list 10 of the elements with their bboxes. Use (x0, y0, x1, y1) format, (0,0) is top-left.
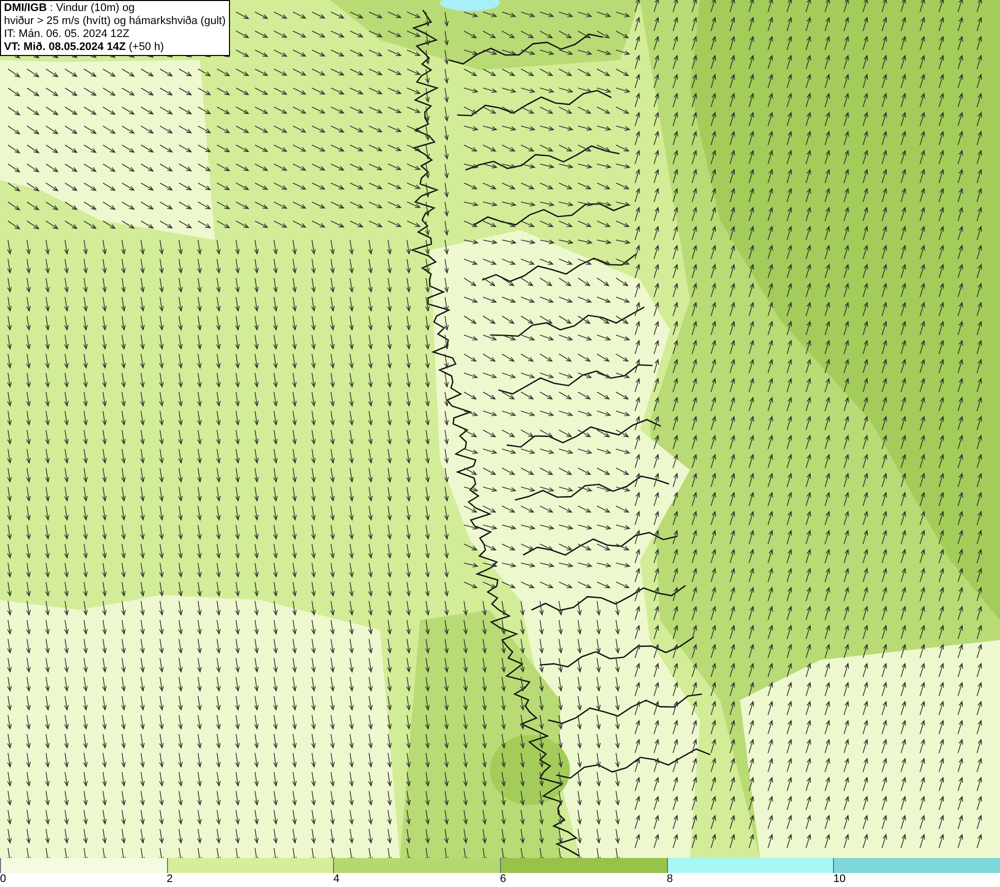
title-line: hviður > 25 m/s (hvítt) og hámarkshviða (gult) (4, 15, 226, 28)
legend-label: 10 (833, 873, 846, 886)
title-line: VT: Mið. 08.05.2024 14Z (+50 h) (4, 41, 165, 54)
legend-label: 4 (333, 873, 340, 886)
legend-label: 0 (0, 873, 6, 886)
title-line: IT: Mán. 06. 05. 2024 12Z (4, 28, 130, 41)
legend-label: 2 (166, 873, 173, 886)
legend-label: 6 (500, 873, 506, 886)
title-line: DMI/IGB : Vindur (10m) og (4, 2, 136, 15)
legend-label: 8 (666, 873, 673, 886)
